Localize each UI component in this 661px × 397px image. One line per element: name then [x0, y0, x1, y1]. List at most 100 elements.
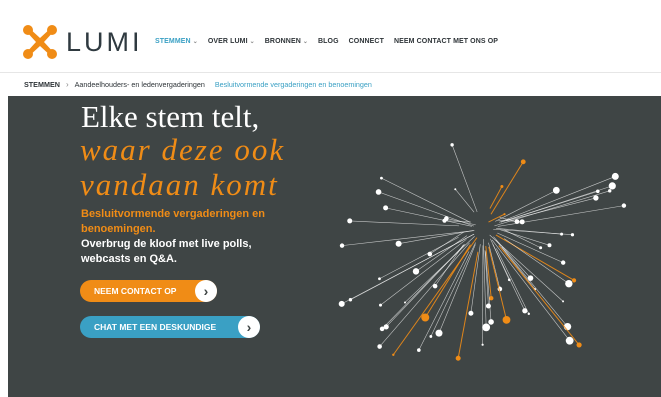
burst-dot [392, 353, 395, 356]
chevron-down-icon: ⌄ [192, 39, 198, 45]
burst-ray [495, 190, 557, 222]
burst-ray [490, 161, 524, 215]
burst-dot [608, 189, 612, 193]
burst-dot [547, 243, 552, 248]
burst-ray [381, 177, 471, 223]
burst-ray [455, 189, 475, 213]
chat-button-label: CHAT MET EEN DESKUNDIGE [94, 322, 217, 332]
burst-ray [488, 242, 501, 290]
burst-dot [621, 203, 627, 208]
burst-ray [488, 246, 507, 320]
hero-section: Elke stem telt, waar deze ook vandaan ko… [8, 96, 661, 397]
arrow-right-icon: › [195, 280, 217, 302]
burst-dot [560, 232, 564, 236]
breadcrumb-separator: › [65, 79, 69, 89]
burst-ray [342, 230, 474, 246]
burst-ray [379, 242, 470, 347]
nav-item-blog[interactable]: BLOG [318, 38, 339, 45]
burst-ray [497, 205, 624, 227]
burst-dot [378, 277, 381, 281]
chat-button[interactable]: CHAT MET EEN DESKUNDIGE › [80, 316, 260, 338]
burst-dot [348, 298, 353, 302]
burst-dot [380, 176, 383, 180]
nav-item-connect[interactable]: CONNECT [349, 38, 384, 45]
main-nav: STEMMEN ⌄ OVER LUMI ⌄ BRONNEN ⌄ BLOG CONNEC… [155, 38, 508, 45]
burst-dot [379, 303, 383, 307]
nav-item-stemmen[interactable]: STEMMEN ⌄ [155, 38, 198, 45]
contact-button[interactable]: NEEM CONTACT OP › [80, 280, 217, 302]
burst-dot [500, 185, 504, 189]
arrow-right-icon: › [238, 316, 260, 338]
burst-dot [481, 343, 484, 346]
burst-dot [488, 319, 494, 325]
hero-title-accent-line1: waar deze ook [80, 132, 286, 167]
hero-title: Elke stem telt, [81, 99, 260, 134]
burst-dot [527, 275, 534, 281]
burst-dot [403, 301, 406, 304]
burst-ray [438, 244, 476, 334]
burst-dot [455, 355, 461, 361]
burst-dot [571, 278, 577, 283]
burst-dot [339, 243, 345, 248]
burst-dot [347, 218, 353, 224]
burst-dot [520, 159, 526, 165]
burst-ray [434, 244, 464, 287]
burst-dot [377, 344, 382, 349]
burst-dot [522, 308, 528, 314]
burst-ray [385, 207, 472, 227]
burst-dot [450, 143, 454, 147]
burst-dot [482, 323, 491, 332]
burst-dot [468, 310, 474, 316]
burst-dot [562, 300, 565, 303]
site-header: LUMI STEMMEN ⌄ OVER LUMI ⌄ BRONNEN ⌄ BLOG C… [0, 0, 661, 72]
burst-ray [415, 235, 468, 272]
burst-dot [502, 315, 511, 324]
burst-dot [444, 216, 449, 221]
nav-item-bronnen[interactable]: BRONNEN ⌄ [265, 38, 308, 45]
burst-dot [552, 186, 560, 194]
chevron-down-icon: ⌄ [249, 39, 255, 45]
burst-dot [383, 324, 389, 330]
burst-dot [576, 342, 582, 348]
burst-dot [565, 336, 574, 345]
breadcrumb-root[interactable]: STEMMEN [24, 80, 60, 89]
burst-dot [412, 268, 420, 275]
breadcrumb-current[interactable]: Besluitvormende vergaderingen en benoemi… [215, 80, 372, 89]
chevron-down-icon: ⌄ [302, 39, 309, 45]
burst-dot [417, 348, 421, 352]
burst-dot [503, 213, 506, 216]
lumi-x-logo-icon [23, 25, 57, 59]
burst-dot [429, 335, 433, 338]
burst-ray [495, 234, 575, 281]
nav-item-contact[interactable]: NEEM CONTACT MET ONS OP [394, 38, 498, 45]
nav-item-over-lumi[interactable]: OVER LUMI ⌄ [208, 38, 255, 45]
hero-subtitle-white: Overbrug de kloof met live polls, webcas… [81, 238, 252, 265]
burst-ray [470, 244, 481, 314]
burst-dot [611, 172, 619, 180]
burst-dot [608, 182, 616, 190]
burst-ray [497, 232, 564, 263]
hero-subtitle-orange: Besluitvormende vergaderingen en benoemi… [81, 208, 265, 235]
burst-ray [392, 237, 478, 356]
burst-ray [378, 191, 474, 227]
logo-text: LUMI [66, 26, 143, 57]
burst-ray [489, 186, 503, 209]
hero-title-accent-line2: vandaan komt [80, 167, 279, 202]
logo[interactable]: LUMI [22, 24, 152, 60]
burst-dot [435, 329, 443, 337]
burst-dot [539, 246, 543, 250]
burst-dot [375, 189, 382, 195]
burst-dot [593, 195, 599, 201]
burst-dot [570, 233, 575, 237]
burst-ray [501, 246, 568, 327]
vote-burst-illustration [338, 143, 627, 361]
contact-button-label: NEEM CONTACT OP [94, 286, 177, 296]
burst-dot [338, 300, 345, 307]
burst-dot [395, 240, 402, 247]
breadcrumb: STEMMEN › Aandeelhouders- en ledenvergad… [0, 72, 661, 95]
breadcrumb-level2[interactable]: Aandeelhouders- en ledenvergaderingen [75, 80, 205, 89]
burst-dot [489, 296, 494, 301]
burst-dot [527, 312, 531, 316]
burst-ray [457, 251, 479, 359]
burst-dot [519, 219, 525, 225]
